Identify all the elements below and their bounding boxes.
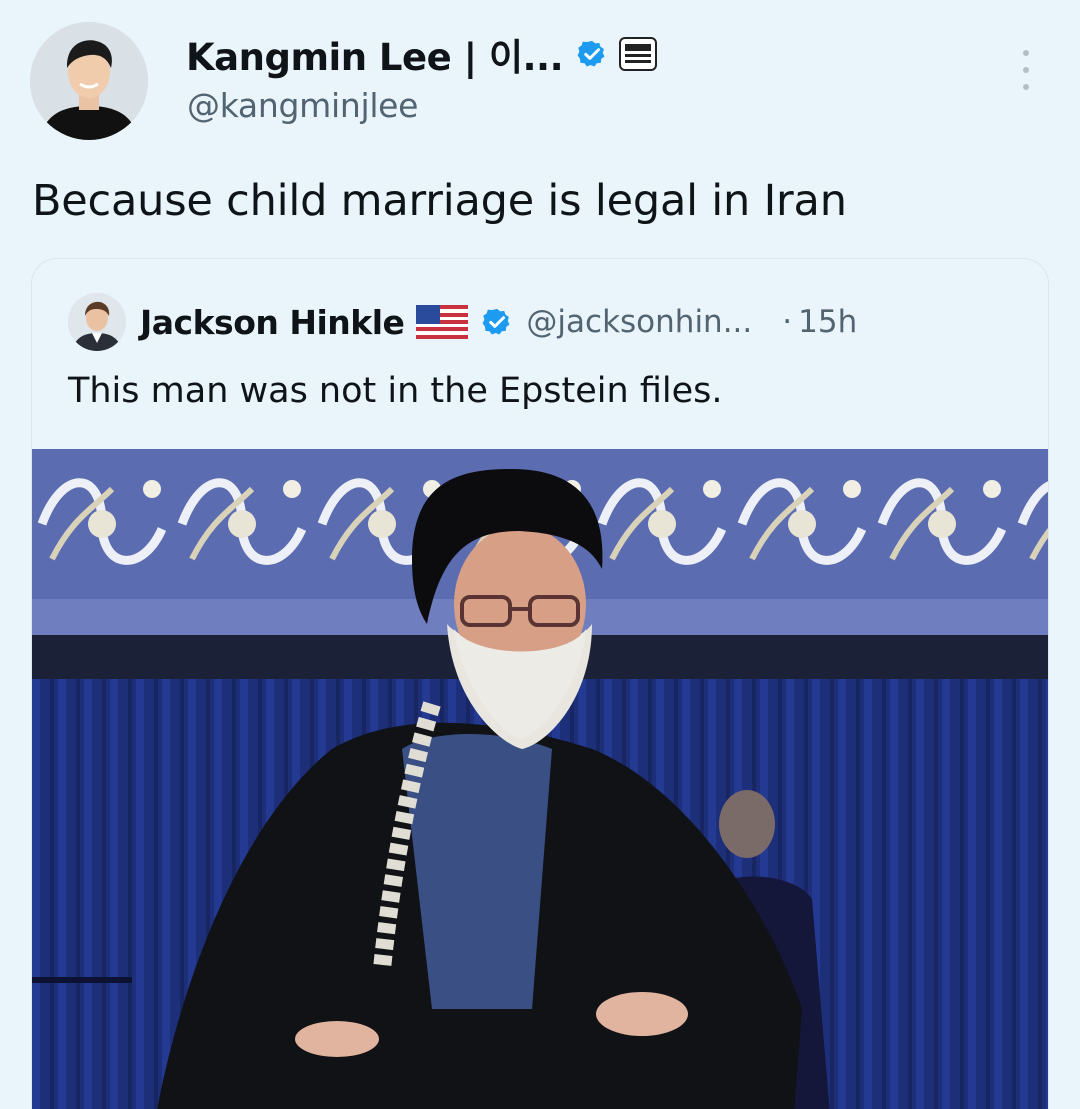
tweet-text: Because child marriage is legal in Iran: [32, 176, 847, 226]
us-flag-icon: [416, 305, 469, 339]
photo-icon: [32, 449, 1048, 1109]
affiliation-badge-icon[interactable]: [619, 37, 658, 71]
quoted-author-avatar[interactable]: [68, 293, 126, 351]
quoted-author-name[interactable]: Jackson Hinkle: [140, 303, 405, 342]
author-avatar[interactable]: [30, 22, 148, 140]
author-line: Kangmin Lee | 이...: [186, 26, 658, 82]
quoted-verified-badge-icon: [482, 307, 512, 337]
quoted-timestamp[interactable]: 15h: [798, 304, 857, 340]
quoted-tweet-card[interactable]: Jackson Hinkle @jacksonhin... · 15h This…: [31, 258, 1049, 1109]
more-options-icon[interactable]: [1014, 50, 1038, 90]
tweet-page: Kangmin Lee | 이... @kangminjlee Because …: [0, 0, 1080, 1109]
verified-badge-icon: [577, 39, 607, 69]
quoted-media-photo[interactable]: [32, 449, 1048, 1109]
author-handle[interactable]: @kangminjlee: [187, 86, 418, 125]
quoted-profile-photo-icon: [68, 293, 126, 351]
profile-photo-icon: [30, 22, 148, 140]
quoted-tweet-text: This man was not in the Epstein files.: [68, 371, 723, 411]
author-name[interactable]: Kangmin Lee | 이...: [186, 27, 564, 81]
quoted-tweet-header: Jackson Hinkle @jacksonhin... · 15h: [68, 291, 857, 353]
meta-separator: ·: [782, 304, 793, 340]
quoted-author-handle[interactable]: @jacksonhin...: [526, 304, 752, 340]
